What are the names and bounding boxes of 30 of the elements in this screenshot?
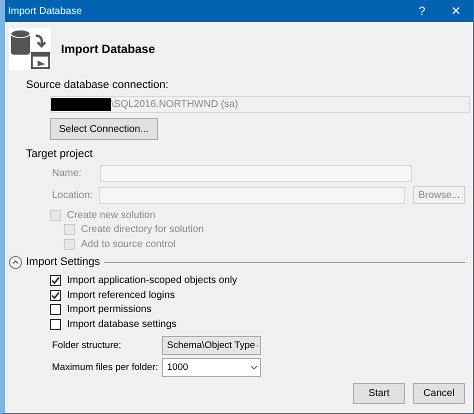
- caret-icon: [248, 364, 260, 372]
- checkbox-label: Create directory for solution: [81, 224, 204, 236]
- collapse-icon[interactable]: [9, 256, 22, 268]
- checkbox[interactable]: [50, 318, 61, 330]
- dropdown-label: Folder structure:: [52, 340, 122, 351]
- field-label: Location:: [52, 190, 94, 200]
- dialog-heading: Import Database: [61, 42, 156, 56]
- checkbox[interactable]: [50, 290, 61, 301]
- section-heading: Import Settings: [26, 256, 100, 268]
- database-import-icon: [9, 28, 51, 70]
- cancel-button[interactable]: Cancel: [413, 382, 465, 404]
- help-button[interactable]: ?: [405, 0, 439, 22]
- checkbox-label: Import referenced logins: [67, 290, 175, 301]
- window-title: Import Database: [7, 6, 83, 16]
- checkbox[interactable]: [50, 304, 61, 316]
- section-label: Source database connection:: [26, 79, 170, 91]
- section-label: Target project: [26, 148, 94, 160]
- field-label: Name:: [52, 168, 82, 178]
- dropdown[interactable]: 1000: [162, 358, 261, 377]
- dropdown-label: Maximum files per folder:: [52, 362, 160, 373]
- close-button[interactable]: ✕: [439, 0, 473, 22]
- checkbox[interactable]: [50, 275, 61, 286]
- checkbox-label: Import permissions: [67, 304, 152, 316]
- select-connection-button[interactable]: Select Connection...: [50, 118, 158, 140]
- start-button[interactable]: Start: [353, 382, 405, 404]
- checkbox-label: Add to source control: [81, 238, 176, 250]
- dropdown[interactable]: Schema\Object Type: [162, 336, 261, 355]
- checkbox-label: Import database settings: [67, 318, 177, 330]
- checkbox-label: Import application-scoped objects only: [67, 275, 238, 286]
- checkbox-label: Create new solution: [67, 210, 156, 221]
